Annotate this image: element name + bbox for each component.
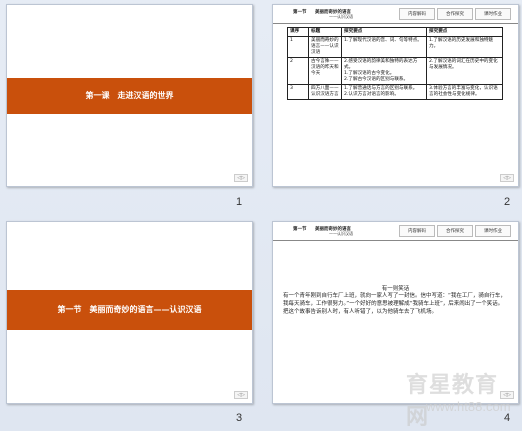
table-cell: 四方八面——认识汉语方言	[308, 83, 342, 100]
table-cell: 2.感受汉语的韵律美和独特的表达方式。 1.了解汉语的古今变化。 2.了解古今汉…	[341, 56, 427, 85]
slide-thumbnail-2[interactable]: 第一节 美丽而奇妙的语言 ——认识汉语 内容解码 合作探究 课时作业 课序 标题…	[272, 4, 519, 187]
lesson-table: 课序 标题 探究要点 探究要点 1 美丽而奇妙的语言——认识汉语 1.了解现代汉…	[287, 27, 503, 100]
explore-button[interactable]: 合作探究	[437, 225, 473, 237]
slide-nav-icon: ◁▷	[234, 174, 248, 182]
slide-number-1: 1	[236, 196, 243, 208]
table-cell: 古今言殊——汉语的昨天和今天	[308, 56, 342, 85]
slide-title-bar: 第一节 美丽而奇妙的语言——认识汉语	[7, 290, 252, 330]
table-cell: 1.了解普通话与方言的区别与联系。 2.认识方言对语言的影响。	[341, 83, 427, 100]
slide-number-2: 2	[504, 196, 511, 208]
table-cell: 3	[287, 83, 309, 100]
table-header: 探究要点	[341, 27, 427, 37]
table-row: 2 古今言殊——汉语的昨天和今天 2.感受汉语的韵律美和独特的表达方式。 1.了…	[287, 56, 503, 85]
table-header: 标题	[308, 27, 342, 37]
story-body: 有一个青年刚到自行车厂上班，就向一家人写了一封信。信中写道：“我在工厂，骑自行车…	[283, 293, 506, 315]
table-cell: 美丽而奇妙的语言——认识汉语	[308, 35, 342, 58]
section-label: 第一节	[293, 10, 307, 15]
slide-nav-icon: ◁▷	[234, 391, 248, 399]
slide-thumbnail-4[interactable]: 第一节 美丽而奇妙的语言 ——认识汉语 内容解码 合作探究 课时作业 有一则笑话…	[272, 221, 519, 404]
table-row: 1 美丽而奇妙的语言——认识汉语 1.了解现代汉语的音、词、句等特点。 1.了解…	[287, 35, 503, 58]
homework-button[interactable]: 课时作业	[475, 225, 511, 237]
table-cell: 1	[287, 35, 309, 58]
homework-button[interactable]: 课时作业	[475, 8, 511, 20]
slide-header: 第一节 美丽而奇妙的语言 ——认识汉语 内容解码 合作探究 课时作业	[273, 222, 518, 241]
slide-nav-icon: ◁▷	[500, 391, 514, 399]
table-header: 课序	[287, 27, 309, 37]
story-title: 有一则笑话	[381, 286, 410, 292]
table-header: 探究要点	[426, 27, 503, 37]
table-cell: 2.了解汉语的词汇在历史中的变化与发展情况。	[426, 56, 503, 85]
slide-title: 第一节 美丽而奇妙的语言——认识汉语	[57, 304, 202, 314]
table-header-row: 课序 标题 探究要点 探究要点	[287, 27, 503, 37]
table-cell: 1.了解现代汉语的音、词、句等特点。	[341, 35, 427, 58]
table-cell: 2	[287, 56, 309, 85]
table-row: 3 四方八面——认识汉语方言 1.了解普通话与方言的区别与联系。 2.认识方言对…	[287, 83, 503, 100]
explore-button[interactable]: 合作探究	[437, 8, 473, 20]
slide-thumbnail-3[interactable]: 第一节 美丽而奇妙的语言——认识汉语 ◁▷	[6, 221, 253, 404]
slide-number-3: 3	[236, 412, 243, 424]
content-button[interactable]: 内容解码	[399, 225, 435, 237]
slide-header: 第一节 美丽而奇妙的语言 ——认识汉语 内容解码 合作探究 课时作业	[273, 5, 518, 24]
table-cell: 1.了解汉语的历史发展和独特魅力。	[426, 35, 503, 58]
slide-title: 第一课 走进汉语的世界	[85, 90, 174, 100]
slide-nav-icon: ◁▷	[500, 174, 514, 182]
content-button[interactable]: 内容解码	[399, 8, 435, 20]
section-subtitle: ——认识汉语	[329, 231, 353, 236]
slide-title-bar: 第一课 走进汉语的世界	[7, 78, 252, 114]
slide-number-4: 4	[504, 412, 511, 424]
section-subtitle: ——认识汉语	[329, 14, 353, 19]
section-label: 第一节	[293, 227, 307, 232]
table-cell: 3.体验方言的丰富与变化，认识语言的社会性与变化规律。	[426, 83, 503, 100]
slide-thumbnail-1[interactable]: 第一课 走进汉语的世界 ◁▷	[6, 4, 253, 187]
